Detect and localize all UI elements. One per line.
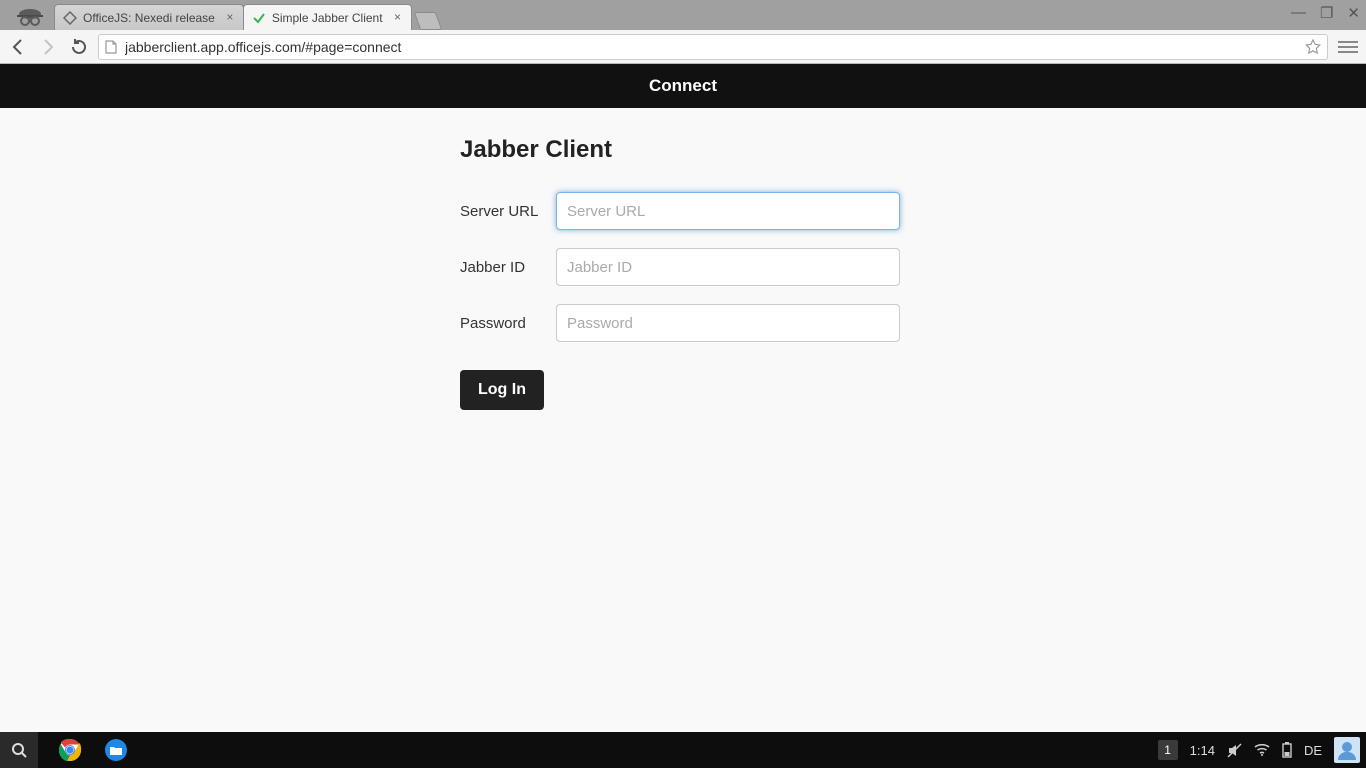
tab-jabber-client[interactable]: Simple Jabber Client × [243, 4, 412, 30]
server-url-input[interactable] [556, 192, 900, 230]
app-header-title: Connect [649, 76, 717, 96]
wifi-icon[interactable] [1254, 744, 1270, 756]
browser-toolbar [0, 30, 1366, 64]
system-taskbar: 1 1:14 DE [0, 732, 1366, 768]
jabber-id-input[interactable] [556, 248, 900, 286]
taskbar-clock[interactable]: 1:14 [1190, 743, 1215, 758]
files-launcher-icon[interactable] [102, 736, 130, 764]
app-header: Connect [0, 64, 1366, 108]
form-row-password: Password [460, 304, 1366, 342]
page-title: Jabber Client [460, 136, 1366, 164]
chrome-launcher-icon[interactable] [56, 736, 84, 764]
server-url-label: Server URL [460, 203, 556, 220]
jabber-id-label: Jabber ID [460, 259, 556, 276]
tab-strip: OfficeJS: Nexedi release × Simple Jabber… [54, 2, 439, 30]
sound-muted-icon[interactable] [1227, 743, 1242, 758]
forward-button[interactable] [38, 37, 58, 57]
page-icon [105, 40, 119, 54]
battery-icon[interactable] [1282, 742, 1292, 758]
form-row-jabber-id: Jabber ID [460, 248, 1366, 286]
user-avatar-icon[interactable] [1334, 737, 1360, 763]
address-bar[interactable] [98, 34, 1328, 60]
checkmark-icon [252, 11, 266, 25]
browser-menu-button[interactable] [1338, 37, 1358, 57]
password-label: Password [460, 315, 556, 332]
form-row-server-url: Server URL [460, 192, 1366, 230]
close-icon[interactable]: × [391, 10, 405, 24]
url-input[interactable] [125, 39, 1299, 55]
close-window-icon[interactable]: ✕ [1347, 4, 1360, 22]
window-controls: — ❐ ✕ [1291, 4, 1360, 22]
taskbar-search-button[interactable] [0, 732, 38, 768]
tab-label: Simple Jabber Client [272, 11, 383, 25]
new-tab-button[interactable] [413, 12, 442, 30]
bookmark-star-icon[interactable] [1305, 39, 1321, 55]
keyboard-layout-indicator[interactable]: DE [1304, 743, 1322, 758]
tab-label: OfficeJS: Nexedi release [83, 11, 215, 25]
incognito-icon [6, 4, 54, 30]
tab-officejs[interactable]: OfficeJS: Nexedi release × [54, 4, 244, 30]
connect-form: Jabber Client Server URL Jabber ID Passw… [0, 108, 1366, 410]
page-viewport: Connect Jabber Client Server URL Jabber … [0, 64, 1366, 732]
login-button[interactable]: Log In [460, 370, 544, 410]
window-titlebar: OfficeJS: Nexedi release × Simple Jabber… [0, 0, 1366, 30]
close-icon[interactable]: × [223, 10, 237, 24]
favicon-icon [63, 11, 77, 25]
notification-badge[interactable]: 1 [1158, 740, 1178, 760]
back-button[interactable] [8, 37, 28, 57]
password-input[interactable] [556, 304, 900, 342]
reload-button[interactable] [68, 37, 88, 57]
minimize-icon[interactable]: — [1291, 4, 1306, 22]
maximize-icon[interactable]: ❐ [1320, 4, 1333, 22]
